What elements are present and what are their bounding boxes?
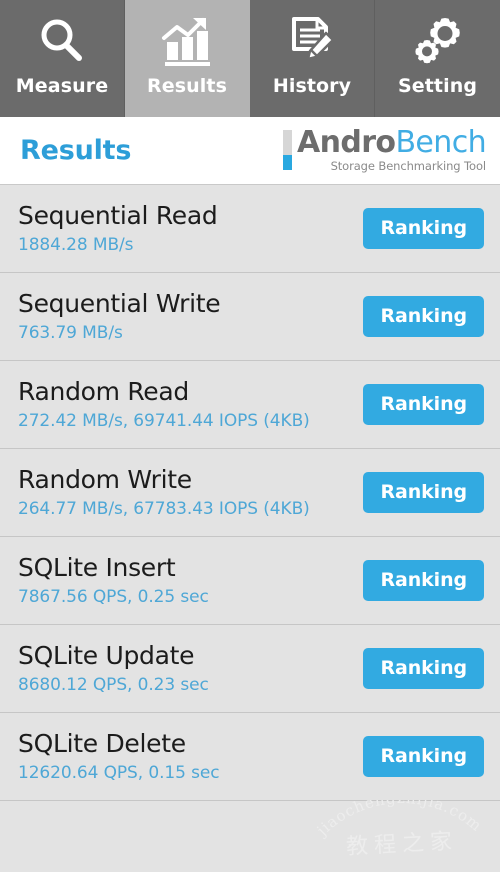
page-title: Results <box>20 135 132 166</box>
nav-tab-measure[interactable]: Measure <box>0 0 125 117</box>
ranking-button[interactable]: Ranking <box>363 472 484 513</box>
result-title: Sequential Read <box>18 200 218 230</box>
logo-bar-icon <box>282 130 292 170</box>
nav-tab-results[interactable]: Results <box>125 0 250 117</box>
ranking-button[interactable]: Ranking <box>363 384 484 425</box>
results-list: Sequential Read 1884.28 MB/s Ranking Seq… <box>0 185 500 872</box>
logo-tagline: Storage Benchmarking Tool <box>330 159 487 173</box>
watermark-latin-text: jiaochengzhijia.com <box>312 800 486 841</box>
watermark-cjk-text: 教程之家 <box>345 829 459 860</box>
document-pencil-icon <box>286 13 338 69</box>
ranking-button[interactable]: Ranking <box>363 208 484 249</box>
ranking-button[interactable]: Ranking <box>363 560 484 601</box>
table-row: Random Read 272.42 MB/s, 69741.44 IOPS (… <box>0 361 500 449</box>
result-value: 272.42 MB/s, 69741.44 IOPS (4KB) <box>18 410 310 431</box>
table-row: SQLite Update 8680.12 QPS, 0.23 sec Rank… <box>0 625 500 713</box>
logo-text: AndroBench Storage Benchmarking Tool <box>296 125 487 174</box>
result-title: SQLite Delete <box>18 728 186 758</box>
result-title: Random Write <box>18 464 192 494</box>
result-title: SQLite Insert <box>18 552 176 582</box>
main-navigation-bar: Measure Results History Setting <box>0 0 500 117</box>
magnifier-icon <box>36 13 88 69</box>
gears-icon <box>411 13 465 69</box>
androbench-app: Measure Results History Setting Results … <box>0 0 500 872</box>
row-text: Sequential Read 1884.28 MB/s <box>18 200 218 257</box>
result-title: SQLite Update <box>18 640 195 670</box>
row-text: SQLite Insert 7867.56 QPS, 0.25 sec <box>18 553 209 609</box>
ranking-button[interactable]: Ranking <box>363 648 484 689</box>
nav-tab-history[interactable]: History <box>250 0 375 117</box>
nav-tab-setting-label: Setting <box>397 75 478 97</box>
row-text: Random Write 264.77 MB/s, 67783.43 IOPS … <box>18 465 310 521</box>
table-row: Sequential Write 763.79 MB/s Ranking <box>0 273 500 361</box>
bar-chart-arrow-icon <box>160 13 214 69</box>
result-value: 763.79 MB/s <box>18 322 123 343</box>
row-text: Sequential Write 763.79 MB/s <box>18 288 221 345</box>
table-row: SQLite Insert 7867.56 QPS, 0.25 sec Rank… <box>0 537 500 625</box>
ranking-button[interactable]: Ranking <box>363 296 484 337</box>
nav-tab-setting[interactable]: Setting <box>375 0 500 117</box>
watermark: jiaochengzhijia.com 教程之家 <box>312 800 492 866</box>
result-title: Sequential Write <box>18 288 221 318</box>
row-text: SQLite Update 8680.12 QPS, 0.23 sec <box>18 641 209 697</box>
androbench-logo: AndroBench Storage Benchmarking Tool <box>282 125 487 174</box>
row-text: Random Read 272.42 MB/s, 69741.44 IOPS (… <box>18 377 310 433</box>
table-row: Random Write 264.77 MB/s, 67783.43 IOPS … <box>0 449 500 537</box>
nav-tab-measure-label: Measure <box>15 75 109 97</box>
logo-wordmark: AndroBench <box>296 125 487 160</box>
ranking-button[interactable]: Ranking <box>363 736 484 777</box>
nav-tab-history-label: History <box>272 75 352 97</box>
result-value: 264.77 MB/s, 67783.43 IOPS (4KB) <box>18 498 310 519</box>
row-text: SQLite Delete 12620.64 QPS, 0.15 sec <box>18 728 220 785</box>
logo-bench: Bench <box>395 125 486 160</box>
logo-andro: Andro <box>296 125 396 160</box>
table-row: SQLite Delete 12620.64 QPS, 0.15 sec Ran… <box>0 713 500 801</box>
nav-tab-results-label: Results <box>147 75 227 97</box>
page-header: Results AndroBench Storage Benchmarking … <box>0 117 500 185</box>
result-value: 8680.12 QPS, 0.23 sec <box>18 674 209 695</box>
result-title: Random Read <box>18 376 189 406</box>
result-value: 1884.28 MB/s <box>18 234 134 255</box>
table-row: Sequential Read 1884.28 MB/s Ranking <box>0 185 500 273</box>
result-value: 7867.56 QPS, 0.25 sec <box>18 586 209 607</box>
result-value: 12620.64 QPS, 0.15 sec <box>18 762 220 783</box>
